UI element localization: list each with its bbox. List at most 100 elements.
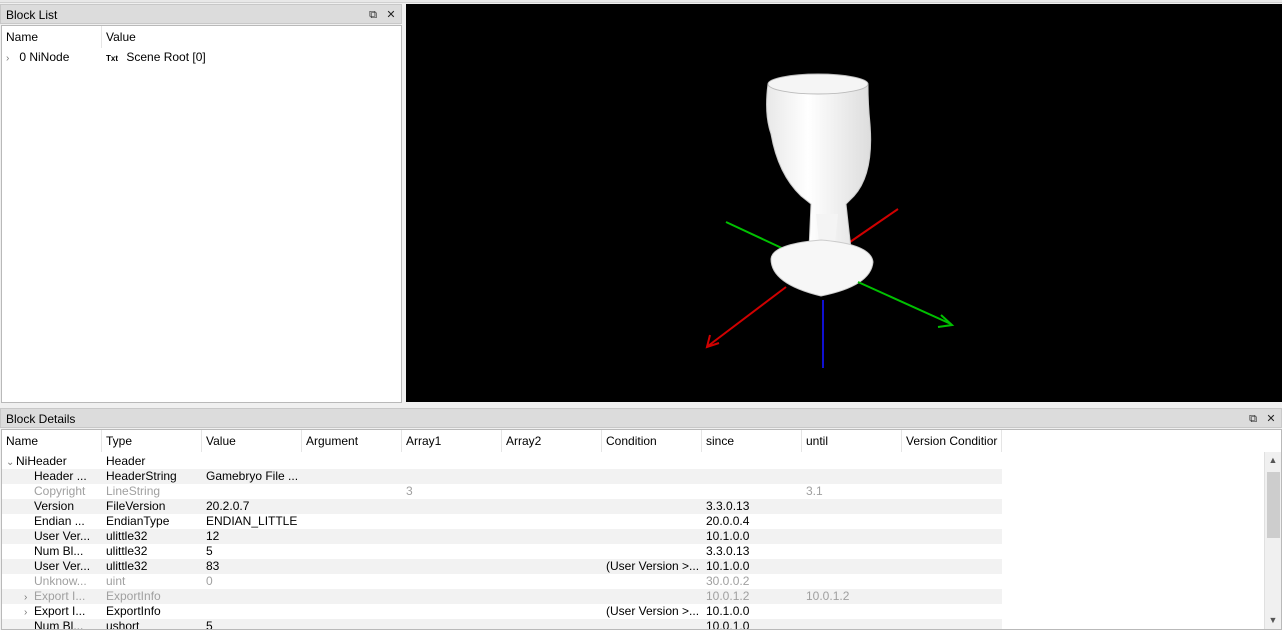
array2-cell — [502, 499, 602, 514]
column-header-array1[interactable]: Array1 — [402, 430, 502, 452]
block-details-title: Block Details — [6, 412, 76, 426]
restore-icon[interactable]: ⧉ — [367, 5, 379, 25]
column-header-argument[interactable]: Argument — [302, 430, 402, 452]
field-name: Export I... — [34, 604, 86, 618]
type-cell: Header — [106, 454, 146, 468]
table-row[interactable]: Copyright LineString 3 3.1 — [2, 484, 1002, 499]
expand-arrow-icon[interactable]: ⌄ — [6, 455, 16, 469]
table-row[interactable]: › Export I... ExportInfo 10.0.1.2 10.0.1.2 — [2, 589, 1002, 604]
name-cell: Header ... — [2, 469, 102, 484]
version-condition-cell — [902, 589, 1002, 604]
value-cell: ENDIAN_LITTLE — [206, 514, 298, 528]
block-list-row[interactable]: › 0 NiNode Txt Scene Root [0] — [2, 50, 401, 65]
table-row[interactable]: ⌄ NiHeader Header — [2, 454, 1002, 469]
expand-arrow-icon[interactable]: › — [6, 51, 16, 65]
block-value: Scene Root [0] — [126, 50, 206, 64]
array1-cell — [402, 469, 502, 484]
table-row[interactable]: Unknow... uint 0 30.0.0.2 — [2, 574, 1002, 589]
table-row[interactable]: Version FileVersion 20.2.0.7 3.3.0.13 — [2, 499, 1002, 514]
block-details-title-bar: Block Details ⧉ ✕ — [0, 408, 1282, 428]
type-cell: ulittle32 — [106, 544, 148, 558]
until-cell — [802, 544, 902, 559]
field-name: User Ver... — [34, 559, 91, 573]
array1-cell — [402, 589, 502, 604]
array1-cell — [402, 619, 502, 629]
column-header-name[interactable]: Name — [2, 26, 102, 48]
condition-cell — [602, 544, 702, 559]
table-row[interactable]: Header ... HeaderString Gamebryo File ... — [2, 469, 1002, 484]
y-axis-back — [725, 221, 787, 251]
argument-cell — [302, 469, 402, 484]
version-condition-cell — [902, 544, 1002, 559]
field-name: Unknow... — [34, 574, 87, 588]
expand-arrow-icon[interactable]: › — [24, 590, 34, 604]
goblet-model-icon — [705, 73, 955, 368]
condition-cell — [602, 589, 702, 604]
version-condition-cell — [902, 454, 1002, 469]
argument-cell — [302, 514, 402, 529]
block-name: 0 NiNode — [19, 50, 70, 64]
table-row[interactable]: › Export I... ExportInfo (User Version >...… — [2, 604, 1002, 619]
array2-cell — [502, 514, 602, 529]
text-type-icon: Txt — [106, 54, 118, 63]
name-cell: Copyright — [2, 484, 102, 499]
argument-cell — [302, 574, 402, 589]
column-header-version-condition[interactable]: Version Conditior — [902, 430, 1002, 452]
type-cell: ulittle32 — [106, 559, 148, 573]
table-row[interactable]: User Ver... ulittle32 83 (User Version >...… — [2, 559, 1002, 574]
version-condition-cell — [902, 514, 1002, 529]
array1-cell — [402, 514, 502, 529]
column-header-value[interactable]: Value — [202, 430, 302, 452]
until-cell — [802, 469, 902, 484]
value-cell: 5 — [206, 544, 213, 558]
field-name: Endian ... — [34, 514, 85, 528]
until-cell: 3.1 — [806, 484, 823, 498]
value-cell: 5 — [206, 619, 213, 630]
value-cell: 0 — [206, 574, 213, 588]
block-list-title: Block List — [6, 8, 58, 22]
column-header-value[interactable]: Value — [102, 26, 401, 48]
type-cell: EndianType — [106, 514, 170, 528]
expand-arrow-icon[interactable]: › — [24, 605, 34, 619]
argument-cell — [302, 499, 402, 514]
name-cell: Num Bl... — [2, 619, 102, 630]
table-row[interactable]: Endian ... EndianType ENDIAN_LITTLE 20.0.0.… — [2, 514, 1002, 529]
column-header-array2[interactable]: Array2 — [502, 430, 602, 452]
close-icon[interactable]: ✕ — [385, 5, 397, 25]
field-name: Header ... — [34, 469, 87, 483]
array2-cell — [502, 454, 602, 469]
column-header-type[interactable]: Type — [102, 430, 202, 452]
vertical-scrollbar[interactable]: ▲ ▼ — [1264, 452, 1281, 629]
scrollbar-thumb[interactable] — [1267, 472, 1280, 538]
table-row[interactable]: Num Bl... ushort 5 10.0.1.0 — [2, 619, 1002, 630]
column-header-name[interactable]: Name — [2, 430, 102, 452]
scroll-down-icon[interactable]: ▼ — [1265, 612, 1281, 629]
version-condition-cell — [902, 484, 1002, 499]
column-header-condition[interactable]: Condition — [602, 430, 702, 452]
table-row[interactable]: User Ver... ulittle32 12 10.1.0.0 — [2, 529, 1002, 544]
array2-cell — [502, 529, 602, 544]
render-viewport[interactable] — [406, 4, 1282, 402]
since-cell: 10.1.0.0 — [706, 604, 750, 618]
block-list-title-bar: Block List ⧉ ✕ — [0, 4, 402, 24]
scroll-up-icon[interactable]: ▲ — [1265, 452, 1281, 469]
condition-cell: (User Version >... — [606, 604, 700, 618]
column-header-until[interactable]: until — [802, 430, 902, 452]
until-cell — [802, 499, 902, 514]
restore-icon[interactable]: ⧉ — [1247, 409, 1259, 429]
condition-cell — [602, 499, 702, 514]
name-cell: › Export I... — [2, 589, 102, 604]
column-header-since[interactable]: since — [702, 430, 802, 452]
table-row[interactable]: Num Bl... ulittle32 5 3.3.0.13 — [2, 544, 1002, 559]
field-name: Copyright — [34, 484, 86, 498]
array2-cell — [502, 544, 602, 559]
type-cell: ExportInfo — [106, 604, 161, 618]
block-list-header: Name Value — [2, 26, 401, 48]
type-cell: LineString — [106, 484, 161, 498]
field-name: Num Bl... — [34, 619, 84, 630]
version-condition-cell — [902, 604, 1002, 619]
until-cell — [802, 514, 902, 529]
since-cell: 10.1.0.0 — [706, 529, 750, 543]
close-icon[interactable]: ✕ — [1265, 409, 1277, 429]
condition-cell — [602, 529, 702, 544]
